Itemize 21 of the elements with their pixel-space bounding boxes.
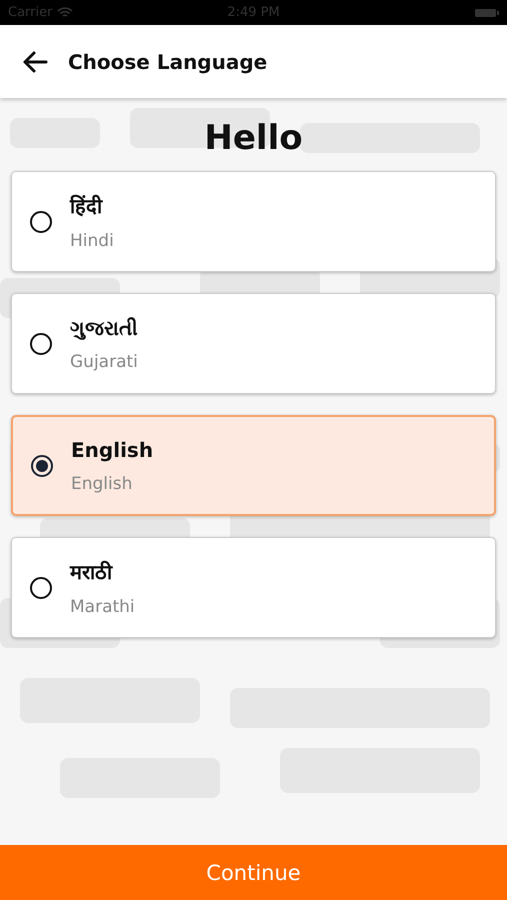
- radio-button[interactable]: [30, 332, 52, 354]
- wifi-icon: [57, 6, 74, 18]
- language-english-name: Marathi: [70, 597, 135, 617]
- language-english-name: English: [71, 474, 134, 494]
- battery-icon: [475, 8, 499, 18]
- language-option[interactable]: ગુજરાતી Gujarati: [11, 293, 496, 394]
- language-native-name: English: [71, 438, 154, 462]
- language-english-name: Gujarati: [70, 352, 138, 372]
- radio-button[interactable]: [31, 454, 53, 476]
- language-native-name: हिंदी: [70, 193, 104, 219]
- language-option[interactable]: मराठी Marathi: [11, 537, 496, 638]
- language-english-name: Hindi: [70, 231, 114, 251]
- radio-button[interactable]: [30, 210, 52, 232]
- language-native-name: ગુજરાતી: [70, 316, 138, 340]
- greeting: Hello: [203, 118, 304, 158]
- language-native-name: मराठी: [70, 559, 114, 585]
- language-option[interactable]: हिंदी Hindi: [11, 171, 496, 272]
- language-option[interactable]: English English: [11, 415, 496, 516]
- radio-button[interactable]: [30, 576, 52, 598]
- page-title: Choose Language: [68, 50, 268, 74]
- back-arrow-icon[interactable]: [22, 50, 48, 72]
